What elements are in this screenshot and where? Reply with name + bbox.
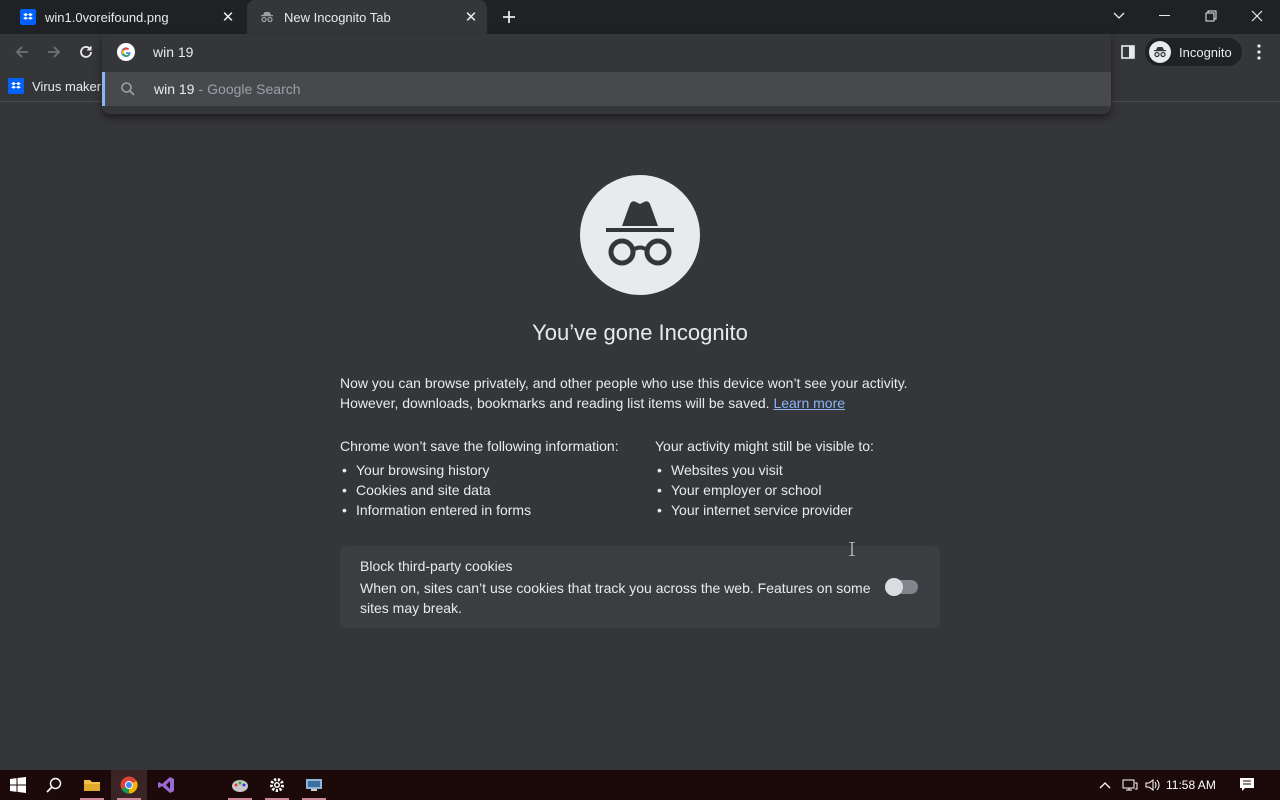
close-icon (1251, 10, 1263, 22)
list-item: Information entered in forms (340, 500, 640, 520)
network-button[interactable] (1120, 770, 1140, 800)
dropbox-icon (8, 78, 24, 94)
chevron-down-icon (1113, 12, 1125, 19)
still-visible-header: Your activity might still be visible to: (655, 438, 874, 454)
suggestion-query: win 19 (154, 81, 195, 97)
search-icon (46, 777, 62, 793)
close-tab-icon[interactable]: ✕ (461, 7, 481, 27)
tab-title: New Incognito Tab (284, 9, 391, 25)
paint-icon (232, 780, 248, 792)
google-icon (117, 43, 135, 61)
taskbar-search-button[interactable] (36, 770, 72, 800)
incognito-icon (259, 9, 275, 25)
taskbar-chrome[interactable] (111, 770, 147, 800)
tab-dropbox-image[interactable]: win1.0voreifound.png ✕ (8, 0, 244, 34)
show-hidden-icons-button[interactable] (1096, 770, 1114, 800)
back-button[interactable] (8, 38, 36, 66)
taskbar-file-explorer[interactable] (74, 770, 110, 800)
start-icon (10, 777, 26, 793)
minimize-icon (1159, 15, 1170, 16)
taskbar-clock[interactable]: 11:58 AM (1166, 770, 1216, 800)
list-item: Your employer or school (655, 480, 955, 500)
restore-icon (1205, 10, 1217, 22)
taskbar-paint[interactable] (222, 770, 258, 800)
list-item: Cookies and site data (340, 480, 640, 500)
action-center-button[interactable] (1236, 770, 1258, 800)
suggestion-source: Google Search (207, 81, 301, 97)
search-icon (121, 82, 135, 96)
cookie-controls-card: Block third-party cookies When on, sites… (340, 546, 940, 628)
forward-arrow-icon (48, 46, 61, 58)
side-panel-button[interactable] (1117, 41, 1139, 63)
reload-icon (80, 46, 92, 58)
intro-paragraph: Now you can browse privately, and other … (340, 373, 940, 413)
reload-button[interactable] (72, 38, 100, 66)
side-panel-icon (1121, 45, 1135, 59)
cookie-title: Block third-party cookies (360, 558, 513, 574)
omnibox-input-row[interactable]: win 19 (102, 34, 1111, 70)
cookie-description: When on, sites can’t use cookies that tr… (360, 580, 871, 616)
tab-strip: win1.0voreifound.png ✕ New Incognito Tab… (0, 0, 1280, 34)
dropbox-icon (20, 9, 36, 25)
incognito-hero-icon (580, 175, 700, 295)
not-saved-column: Chrome won’t save the following informat… (340, 436, 640, 520)
learn-more-link[interactable]: Learn more (773, 395, 845, 411)
profile-label: Incognito (1179, 44, 1232, 60)
tab-search-button[interactable] (1096, 0, 1142, 32)
menu-button[interactable] (1248, 41, 1270, 63)
volume-button[interactable] (1143, 770, 1163, 800)
suggestion-row[interactable]: win 19 - Google Search (102, 72, 1111, 106)
still-visible-column: Your activity might still be visible to:… (655, 436, 955, 520)
forward-button[interactable] (40, 38, 68, 66)
list-item: Websites you visit (655, 460, 955, 480)
bookmark-label: Virus maker (32, 78, 102, 94)
taskbar-visual-studio[interactable] (148, 770, 184, 800)
start-button[interactable] (0, 770, 36, 800)
close-tab-icon[interactable]: ✕ (218, 7, 238, 27)
taskbar: 11:58 AM (0, 770, 1280, 800)
notification-icon (1240, 778, 1254, 791)
profile-button[interactable]: Incognito (1145, 38, 1242, 66)
back-arrow-icon (15, 46, 28, 58)
visual-studio-icon (158, 777, 174, 793)
omnibox-query[interactable]: win 19 (153, 44, 193, 60)
close-window-button[interactable] (1234, 0, 1280, 32)
list-item: Your internet service provider (655, 500, 955, 520)
text-cursor-icon (849, 542, 855, 556)
page-title: You’ve gone Incognito (532, 320, 748, 345)
file-explorer-icon (84, 780, 100, 791)
not-saved-list: Your browsing history Cookies and site d… (340, 460, 640, 520)
chevron-up-icon (1099, 782, 1111, 789)
block-cookies-toggle[interactable] (885, 578, 918, 596)
tab-incognito[interactable]: New Incognito Tab ✕ (247, 0, 487, 34)
incognito-avatar-icon (1149, 41, 1171, 63)
kebab-menu-icon (1257, 44, 1261, 60)
toggle-knob (885, 578, 903, 596)
chrome-icon (120, 776, 138, 794)
taskbar-settings[interactable] (259, 770, 295, 800)
settings-icon (270, 778, 284, 792)
taskbar-remote-desktop[interactable] (296, 770, 332, 800)
incognito-page: You’ve gone Incognito Now you can browse… (0, 103, 1280, 770)
remote-desktop-icon (306, 779, 322, 791)
volume-icon (1145, 779, 1160, 791)
new-tab-button[interactable] (498, 6, 520, 28)
plus-icon (503, 11, 515, 23)
bookmark-virus-maker[interactable]: Virus maker (8, 74, 101, 98)
minimize-button[interactable] (1142, 0, 1188, 32)
still-visible-list: Websites you visit Your employer or scho… (655, 460, 955, 520)
restore-button[interactable] (1188, 0, 1234, 32)
not-saved-header: Chrome won’t save the following informat… (340, 438, 619, 454)
tab-title: win1.0voreifound.png (45, 9, 169, 25)
network-icon (1122, 779, 1138, 791)
list-item: Your browsing history (340, 460, 640, 480)
suggestion-separator: - (198, 81, 204, 97)
omnibox-dropdown: win 19 win 19 - Google Search (102, 34, 1111, 114)
